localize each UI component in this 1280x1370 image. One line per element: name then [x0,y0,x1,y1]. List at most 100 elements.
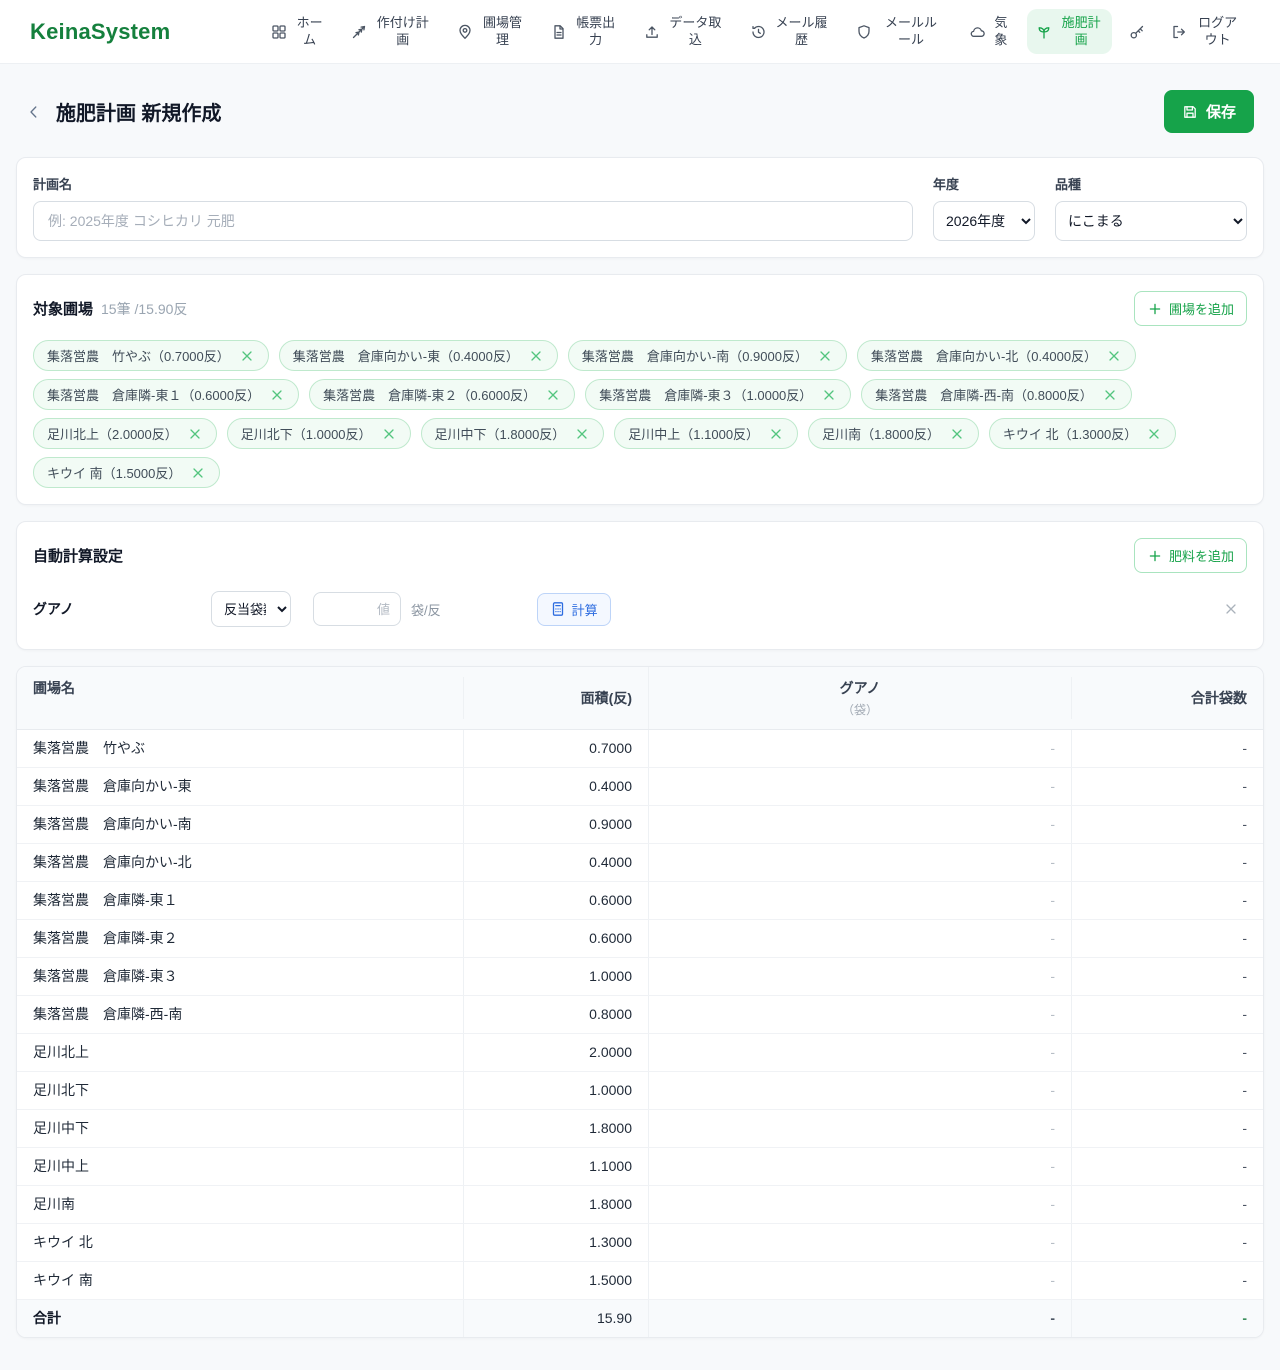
col-header-field: 圃場名 [33,680,75,696]
col-header-area: 面積(反) [463,677,648,719]
cell-total-bags: - [1071,1224,1263,1261]
cell-guano-bags: - [648,1110,1071,1147]
add-field-button[interactable]: 圃場を追加 [1133,291,1247,326]
chip-remove-icon[interactable] [949,426,965,442]
cell-area: 0.4000 [463,844,648,881]
upload-icon [644,24,660,40]
field-chip: 集落営農 倉庫向かい-東（0.4000反） [278,340,558,371]
cell-guano-bags: - [648,996,1071,1033]
nav-item[interactable]: メールルール [847,9,952,55]
table-row: キウイ 南 1.5000 - - [17,1262,1263,1300]
col-header-guano: グアノ （袋） [648,667,1071,729]
table-row: 集落営農 倉庫向かい-北 0.4000 - - [17,844,1263,882]
remove-fertilizer-icon[interactable] [1223,601,1247,617]
cell-guano-bags: - [648,768,1071,805]
back-button[interactable] [26,104,42,120]
table-row: 足川南 1.8000 - - [17,1186,1263,1224]
nav-item-label: 圃場管理 [482,14,522,47]
variety-select[interactable]: にこまる [1055,201,1247,241]
nav-item-label: 施肥計画 [1061,14,1101,47]
field-chip-label: 足川中上（1.1000反） [628,427,760,442]
table-header-row: 圃場名 面積(反) グアノ （袋） 合計袋数 [17,667,1263,730]
cell-guano-bags: - [648,806,1071,843]
cell-area: 1.8000 [463,1110,648,1147]
field-chip: 足川北下（1.0000反） [226,418,411,449]
add-fertilizer-button[interactable]: 肥料を追加 [1133,538,1247,573]
chip-remove-icon[interactable] [269,387,285,403]
nav-item[interactable]: 帳票出力 [542,9,627,55]
chip-remove-icon[interactable] [1102,387,1118,403]
plan-form-card: 計画名 年度 2026年度 品種 にこまる [16,157,1264,258]
x-icon [1223,601,1239,617]
cell-field-name: 集落営農 倉庫向かい-南 [33,816,192,832]
brand-logo[interactable]: KeinaSystem [30,19,170,45]
cell-total-bags: - [1071,882,1263,919]
nav-item[interactable]: 気象 [960,9,1019,55]
cell-guano-bags: - [648,1148,1071,1185]
cell-field-name: 集落営農 倉庫向かい-東 [33,778,192,794]
field-chip-label: 集落営農 倉庫隣-東１（0.6000反） [47,388,261,403]
total-bags: - [1071,1300,1263,1337]
table-row: 集落営農 倉庫隣-東１ 0.6000 - - [17,882,1263,920]
cell-area: 1.5000 [463,1262,648,1299]
history-icon [750,24,766,40]
variety-field-group: 品種 にこまる [1055,174,1247,241]
chip-remove-icon[interactable] [768,426,784,442]
nav-item[interactable]: ログアウト [1162,9,1250,55]
col-header-guano-unit: （袋） [841,703,878,717]
chip-remove-icon[interactable] [821,387,837,403]
calc-value-input[interactable] [313,592,401,626]
nav-item[interactable] [1120,18,1154,46]
cell-total-bags: - [1071,920,1263,957]
chip-remove-icon[interactable] [574,426,590,442]
auto-calc-title: 自動計算設定 [33,548,124,565]
chip-remove-icon[interactable] [1106,348,1122,364]
table-row: 集落営農 竹やぶ 0.7000 - - [17,730,1263,768]
save-button[interactable]: 保存 [1163,90,1254,133]
chip-remove-icon[interactable] [817,348,833,364]
nav-item[interactable]: 施肥計画 [1027,8,1113,55]
cell-area: 0.8000 [463,996,648,1033]
nav-item-label: データ取込 [669,14,722,47]
cell-guano-bags: - [648,1034,1071,1071]
col-header-guano-label: グアノ [839,680,881,696]
save-button-label: 保存 [1205,104,1236,121]
field-chip-label: 集落営農 倉庫向かい-南（0.9000反） [581,349,808,364]
chip-remove-icon[interactable] [528,348,544,364]
cell-guano-bags: - [648,1224,1071,1261]
save-icon [1182,104,1198,120]
table-row: 足川中上 1.1000 - - [17,1148,1263,1186]
cell-total-bags: - [1071,768,1263,805]
field-chip: 集落営農 竹やぶ（0.7000反） [33,340,269,371]
chip-remove-icon[interactable] [1146,426,1162,442]
nav-item[interactable]: ホーム [262,9,334,55]
nav-item-label: 作付け計画 [376,14,429,47]
year-select[interactable]: 2026年度 [933,201,1035,241]
nav-item[interactable]: 作付け計画 [342,9,440,55]
nav-item[interactable]: メール履歴 [741,9,839,55]
cell-field-name: 集落営農 倉庫隣-西-南 [33,1006,183,1022]
year-field-group: 年度 2026年度 [933,174,1035,241]
field-chip: 集落営農 倉庫向かい-北（0.4000反） [856,340,1137,371]
cell-area: 1.1000 [463,1148,648,1185]
plan-name-input[interactable] [33,201,913,241]
page-header: 施肥計画 新規作成 保存 [16,64,1264,157]
nav-item[interactable]: データ取込 [635,9,733,55]
cell-field-name: 足川中上 [33,1158,89,1174]
chip-remove-icon[interactable] [239,348,255,364]
chip-remove-icon[interactable] [190,465,206,481]
field-chip: 集落営農 倉庫隣-東２（0.6000反） [309,379,576,410]
chip-remove-icon[interactable] [545,387,561,403]
table-row: 集落営農 倉庫隣-東３ 1.0000 - - [17,958,1263,996]
page-title: 施肥計画 新規作成 [56,103,222,125]
calc-method-select[interactable]: 反当袋数 [211,591,291,627]
calculate-button[interactable]: 計算 [536,592,611,626]
add-fertilizer-button-label: 肥料を追加 [1168,549,1234,564]
target-fields-card: 対象圃場 15筆 /15.90反 圃場を追加 集落営農 竹やぶ（0.7000反）… [16,274,1264,505]
cell-total-bags: - [1071,1262,1263,1299]
chip-remove-icon[interactable] [187,426,203,442]
chip-remove-icon[interactable] [381,426,397,442]
cell-field-name: 集落営農 倉庫向かい-北 [33,854,192,870]
nav-item-label: メールルール [884,14,937,47]
nav-item[interactable]: 圃場管理 [448,9,533,55]
